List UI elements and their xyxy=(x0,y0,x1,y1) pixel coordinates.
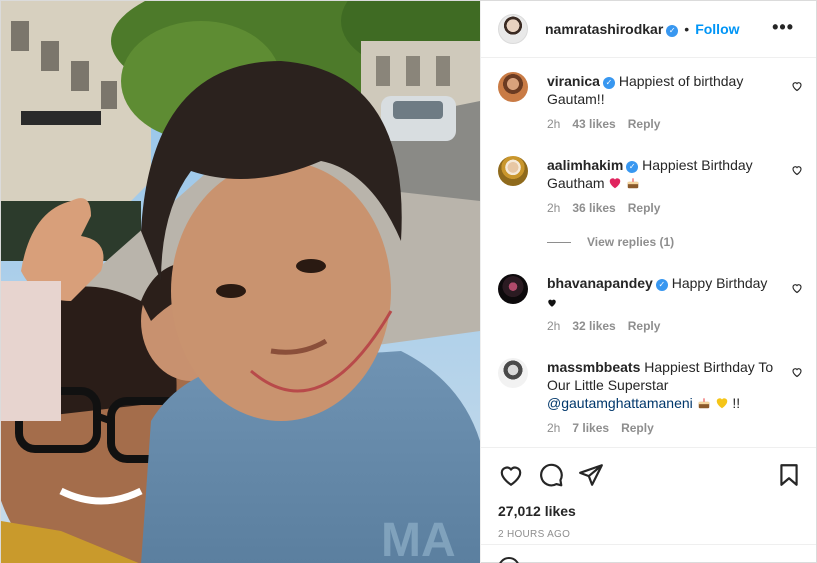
reply-button[interactable]: Reply xyxy=(628,319,661,333)
comment-username[interactable]: massmbbeats xyxy=(547,359,640,375)
comment-username[interactable]: aalimhakim xyxy=(547,157,623,173)
comment-meta: 2h 36 likes Reply xyxy=(547,201,672,215)
comment-heart-icon[interactable] xyxy=(791,164,803,176)
comment-suffix: !! xyxy=(732,395,741,411)
cake-emoji-icon xyxy=(628,178,639,189)
post-side-panel: namratashirodkar ✓ • Follow ••• viranica ✓… xyxy=(480,1,816,563)
commenter-avatar[interactable] xyxy=(498,274,528,304)
owner-username[interactable]: namratashirodkar ✓ xyxy=(545,21,679,37)
comment-heart-icon[interactable] xyxy=(791,80,803,92)
add-comment-bar xyxy=(481,544,816,563)
share-icon[interactable] xyxy=(578,462,604,488)
comment-heart-icon[interactable] xyxy=(791,282,803,294)
more-icon[interactable]: ••• xyxy=(772,18,794,36)
comment-meta: 2h 32 likes Reply xyxy=(547,319,672,333)
verified-icon: ✓ xyxy=(666,25,679,37)
comment-text: aalimhakim ✓ Happiest Birthday Gautham xyxy=(547,156,777,192)
post-photo[interactable]: MA xyxy=(1,1,480,563)
commenter-avatar[interactable] xyxy=(498,358,528,388)
instagram-post: MA namratashirodkar ✓ • Follow ••• virani… xyxy=(0,0,817,563)
comment-text: bhavanapandey ✓ Happy Birthday xyxy=(547,274,777,310)
heart-icon[interactable] xyxy=(498,462,524,488)
comment-likes[interactable]: 43 likes xyxy=(572,117,615,131)
verified-icon: ✓ xyxy=(626,161,639,173)
reply-button[interactable]: Reply xyxy=(621,421,654,435)
comment-time: 2h xyxy=(547,117,561,131)
post-header: namratashirodkar ✓ • Follow ••• xyxy=(481,1,816,58)
comment-content: Happy Birthday xyxy=(671,275,768,291)
bookmark-icon[interactable] xyxy=(776,462,802,488)
reply-button[interactable]: Reply xyxy=(628,117,661,131)
post-time: 2 HOURS AGO xyxy=(498,529,571,540)
comment-heart-icon[interactable] xyxy=(791,366,803,378)
black-heart-emoji-icon xyxy=(548,299,556,307)
selfie-image: MA xyxy=(1,1,480,563)
red-heart-emoji-icon xyxy=(610,178,621,189)
comment-time: 2h xyxy=(547,201,561,215)
likes-count[interactable]: 27,012 likes xyxy=(498,503,576,519)
comment-text: massmbbeats Happiest Birthday To Our Lit… xyxy=(547,358,782,412)
verified-icon: ✓ xyxy=(602,77,615,89)
comment-text: viranica ✓ Happiest of birthday Gautam!! xyxy=(547,72,777,108)
cake-emoji-icon xyxy=(698,398,709,409)
comment-icon[interactable] xyxy=(538,462,564,488)
reply-button[interactable]: Reply xyxy=(628,201,661,215)
yellow-heart-emoji-icon xyxy=(716,398,727,409)
comment-time: 2h xyxy=(547,421,561,435)
comment-likes[interactable]: 7 likes xyxy=(572,421,609,435)
view-replies-button[interactable]: View replies (1) xyxy=(547,235,674,249)
emoji-icon[interactable] xyxy=(498,557,520,563)
commenter-avatar[interactable] xyxy=(498,156,528,186)
replies-line xyxy=(547,241,571,243)
comment-mention[interactable]: @gautamghattamaneni xyxy=(547,395,693,411)
comment-username[interactable]: viranica xyxy=(547,73,600,89)
commenter-avatar[interactable] xyxy=(498,72,528,102)
separator-dot: • xyxy=(684,21,690,37)
comment-likes[interactable]: 32 likes xyxy=(572,319,615,333)
svg-text:MA: MA xyxy=(381,514,456,563)
view-replies-label: View replies (1) xyxy=(587,235,675,249)
comment-meta: 2h 7 likes Reply xyxy=(547,421,666,435)
verified-icon: ✓ xyxy=(655,279,668,291)
comment-time: 2h xyxy=(547,319,561,333)
owner-avatar[interactable] xyxy=(498,14,528,44)
comment-meta: 2h 43 likes Reply xyxy=(547,117,672,131)
action-bar xyxy=(481,447,816,501)
follow-button[interactable]: Follow xyxy=(695,21,739,37)
comment-likes[interactable]: 36 likes xyxy=(572,201,615,215)
comment-username[interactable]: bhavanapandey xyxy=(547,275,653,291)
